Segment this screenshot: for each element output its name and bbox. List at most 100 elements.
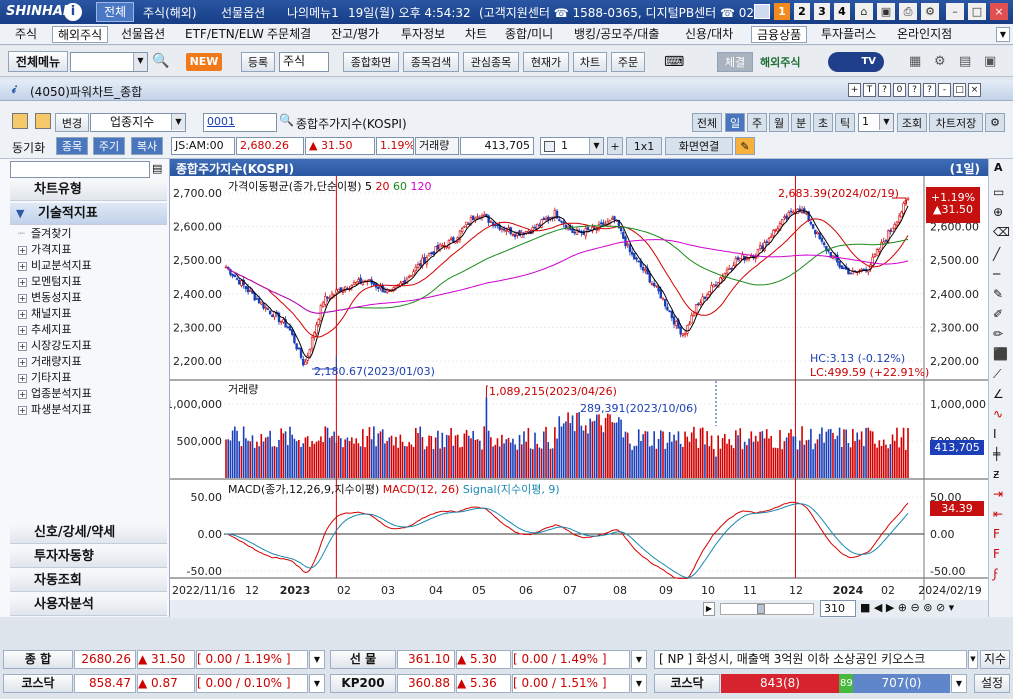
- kp200-dropdown-icon[interactable]: ▼: [631, 674, 647, 693]
- tool-hline-icon[interactable]: ─: [993, 267, 1000, 281]
- screen-link-button[interactable]: 화면연결: [665, 137, 733, 155]
- tree-item-momentum[interactable]: + 모멘텀지표: [18, 274, 92, 290]
- sync-stock-button[interactable]: 종목: [56, 137, 88, 155]
- tool-fib-fan-icon[interactable]: Ϝ: [993, 527, 1000, 541]
- tool-text-icon[interactable]: I: [993, 427, 997, 441]
- info-icon[interactable]: ?: [908, 83, 921, 97]
- technical-indicator-section[interactable]: ▼ 기술적지표: [10, 203, 167, 225]
- code-search-icon[interactable]: 🔍: [279, 113, 294, 132]
- tool-cursor-icon[interactable]: ╪: [993, 447, 1000, 461]
- tree-item-volume[interactable]: + 거래량지표: [18, 354, 92, 370]
- tool-fill-icon[interactable]: ⬛: [993, 347, 1008, 361]
- tree-item-price[interactable]: + 가격지표: [18, 242, 92, 258]
- tree-item-other[interactable]: + 기타지표: [18, 370, 92, 386]
- chart-button[interactable]: 차트: [573, 52, 607, 72]
- monitor-icon[interactable]: [754, 4, 770, 19]
- menu-dropdown-icon[interactable]: ▼: [996, 27, 1010, 42]
- period-day-button[interactable]: 일: [725, 113, 745, 132]
- title-tab-futures[interactable]: 선물옵션: [221, 4, 265, 21]
- reset-icon[interactable]: 0: [893, 83, 906, 97]
- menu-financial-products[interactable]: 금융상품: [751, 26, 808, 43]
- tool-pen-icon[interactable]: ✎: [993, 287, 1003, 301]
- menu-chart[interactable]: 차트: [460, 26, 492, 43]
- tree-item-derivatives[interactable]: + 파생분석지표: [18, 402, 92, 418]
- tool-window-icon[interactable]: ▭: [993, 185, 1004, 199]
- tree-item-market-strength[interactable]: + 시장강도지표: [18, 338, 92, 354]
- screen-2-button[interactable]: 2: [794, 3, 810, 20]
- tool-zigzag-icon[interactable]: ƶ: [993, 467, 999, 481]
- window-minimize-icon[interactable]: -: [938, 83, 951, 97]
- watchlist-button[interactable]: 관심종목: [463, 52, 519, 72]
- title-tab-mymenu[interactable]: 나의메뉴1: [287, 4, 339, 21]
- overview-screen-button[interactable]: 종합화면: [343, 52, 399, 72]
- menu-credit[interactable]: 신용/대차: [680, 26, 738, 43]
- tool-wave-icon[interactable]: ∿: [993, 407, 1003, 421]
- tool-fibo-icon[interactable]: ⇤: [993, 507, 1003, 521]
- tool-trend-icon[interactable]: ⟋: [993, 367, 1001, 382]
- screen-3-button[interactable]: 3: [814, 3, 830, 20]
- menu-invest-plus[interactable]: 투자플러스: [816, 26, 881, 43]
- news-expand-icon[interactable]: ▼: [968, 650, 978, 669]
- maximize-icon[interactable]: □: [968, 3, 986, 20]
- index-type-select[interactable]: 업종지수 ▼: [90, 113, 186, 132]
- tree-item-volatility[interactable]: + 변동성지표: [18, 290, 92, 306]
- title-icon[interactable]: T: [863, 83, 876, 97]
- title-tab-overseas[interactable]: 주식(해외): [143, 4, 197, 21]
- search-icon[interactable]: 🔍: [152, 53, 170, 71]
- period-month-button[interactable]: 월: [769, 113, 789, 132]
- tv-button[interactable]: TV: [828, 52, 884, 72]
- tool-gann-icon[interactable]: F: [993, 547, 1000, 561]
- new-badge[interactable]: NEW: [186, 53, 222, 71]
- indicator-search-input[interactable]: [10, 161, 150, 178]
- window-maximize-icon[interactable]: □: [953, 83, 966, 97]
- chart-layout-button[interactable]: 1x1: [626, 137, 662, 155]
- query-button[interactable]: 조회: [897, 113, 927, 132]
- menu-banking[interactable]: 뱅킹/공모주/대출: [569, 26, 664, 43]
- code-input[interactable]: 0001: [203, 113, 277, 132]
- tool-cross-icon[interactable]: ⊕: [993, 205, 1003, 219]
- tree-item-favorites[interactable]: ┈ 즐겨찾기: [18, 226, 92, 242]
- chart-count-select[interactable]: 1 ▼: [540, 137, 604, 155]
- screen-1-button[interactable]: 1: [774, 3, 790, 20]
- toolbar-extra-icon[interactable]: ⌨: [664, 54, 706, 70]
- save-chart-button[interactable]: 차트저장: [929, 113, 983, 132]
- tool-eraser-icon[interactable]: ⌫: [993, 225, 1010, 239]
- user-analysis-section[interactable]: 사용자분석: [10, 594, 167, 616]
- layout-icon[interactable]: ▤: [959, 54, 971, 69]
- menu-stock[interactable]: 주식: [10, 26, 42, 43]
- signal-section[interactable]: 신호/강세/약세: [10, 522, 167, 544]
- menu-etf[interactable]: ETF/ETN/ELW: [180, 26, 269, 43]
- overseas-stock-link[interactable]: 해외주식: [760, 54, 800, 70]
- change-button[interactable]: 변경: [55, 113, 89, 132]
- sync-copy-button[interactable]: 복사: [131, 137, 163, 155]
- help-icon[interactable]: ?: [878, 83, 891, 97]
- indicator-list-icon[interactable]: ▤: [152, 162, 162, 175]
- kospi-dropdown-icon[interactable]: ▼: [309, 650, 325, 669]
- news-ticker[interactable]: [ NP ] 화성시, 매출액 3억원 이하 소상공인 키오스크: [654, 650, 967, 669]
- stock-type-select[interactable]: 주식: [279, 52, 329, 72]
- breadth-dropdown-icon[interactable]: ▼: [951, 674, 967, 693]
- gear-icon[interactable]: ⚙: [934, 54, 946, 69]
- period-minute-button[interactable]: 분: [791, 113, 811, 132]
- scroll-controls[interactable]: ■ ◀ ▶ ⊕ ⊖ ⊚ ⊘ ▾: [860, 601, 954, 614]
- all-menu-button[interactable]: 전체메뉴: [8, 51, 68, 72]
- register-button[interactable]: 등록: [241, 52, 275, 72]
- sync-period-button[interactable]: 주기: [93, 137, 125, 155]
- tool-angle-icon[interactable]: ∠: [993, 387, 1004, 401]
- menu-search-input[interactable]: ▼: [70, 52, 148, 72]
- chart-type-section[interactable]: 차트유형: [10, 179, 167, 201]
- index-button[interactable]: 지수: [980, 650, 1010, 669]
- settings-button[interactable]: 설정: [974, 674, 1010, 693]
- minimize-icon[interactable]: –: [946, 3, 964, 20]
- tool-arrow-icon[interactable]: ⇥: [993, 487, 1003, 501]
- tree-item-channel[interactable]: + 채널지표: [18, 306, 92, 322]
- window-icon[interactable]: ▣: [984, 54, 996, 69]
- screen-4-button[interactable]: 4: [834, 3, 850, 20]
- investor-trend-section[interactable]: 투자자동향: [10, 546, 167, 568]
- kosdaq-dropdown-icon[interactable]: ▼: [309, 674, 325, 693]
- pin-icon[interactable]: +: [848, 83, 861, 97]
- tool-marker-icon[interactable]: ✏: [993, 327, 1003, 341]
- option-icon[interactable]: ?: [923, 83, 936, 97]
- auto-query-section[interactable]: 자동조회: [10, 570, 167, 592]
- order-button[interactable]: 주문: [611, 52, 645, 72]
